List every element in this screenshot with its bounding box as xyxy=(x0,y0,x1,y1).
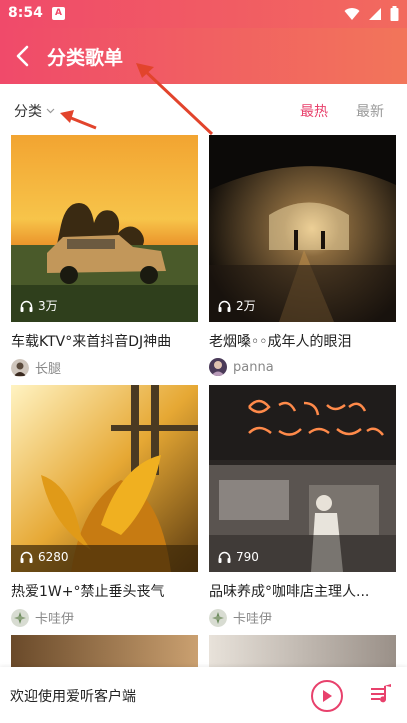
cover-image xyxy=(11,135,198,322)
chevron-down-icon xyxy=(46,108,55,114)
playlist-cover[interactable]: 3万 xyxy=(11,135,198,322)
app-bar: 分类歌单 xyxy=(0,28,407,84)
page-title: 分类歌单 xyxy=(47,47,124,69)
author-name: panna xyxy=(233,359,274,375)
playlist-cover[interactable]: 790 xyxy=(209,385,396,572)
play-count-value: 3万 xyxy=(38,299,58,313)
playlist-title[interactable]: 热爱1W+°禁止垂头丧气 xyxy=(11,581,198,601)
playlist-icon[interactable] xyxy=(369,682,393,706)
play-button[interactable] xyxy=(311,680,343,712)
wifi-icon xyxy=(344,7,360,20)
filter-bar: 分类 最热 最新 xyxy=(0,84,407,134)
playlist-card[interactable]: 790 品味养成°咖啡店主理人... 卡哇伊 xyxy=(209,385,396,627)
playlist-card[interactable]: 6280 热爱1W+°禁止垂头丧气 卡哇伊 xyxy=(11,385,198,627)
headphones-icon xyxy=(20,300,33,312)
author-name: 卡哇伊 xyxy=(35,612,75,627)
signal-icon xyxy=(369,7,381,20)
playlist-card[interactable]: 3万 车载KTV°来首抖音DJ神曲 长腿 xyxy=(11,135,198,377)
avatar xyxy=(209,608,227,627)
headphones-icon xyxy=(218,551,231,563)
mini-player[interactable]: 欢迎使用爱听客户端 xyxy=(0,667,407,723)
category-label: 分类 xyxy=(14,104,42,120)
avatar xyxy=(11,608,29,627)
cover-image xyxy=(209,135,396,322)
cover-image xyxy=(11,385,198,572)
playlist-author[interactable]: 卡哇伊 xyxy=(11,608,198,627)
playlist-title[interactable]: 老烟嗓◦◦成年人的眼泪 xyxy=(209,331,396,351)
playlist-title[interactable]: 品味养成°咖啡店主理人... xyxy=(209,581,396,601)
play-count: 2万 xyxy=(218,297,256,314)
play-count: 6280 xyxy=(20,550,69,564)
playlist-author[interactable]: panna xyxy=(209,358,396,376)
headphones-icon xyxy=(218,300,231,312)
playlist-cover-partial[interactable] xyxy=(209,635,396,667)
author-name: 卡哇伊 xyxy=(233,612,273,627)
sim-icon: A xyxy=(52,7,65,20)
play-count-value: 2万 xyxy=(236,299,256,313)
play-icon xyxy=(323,690,332,702)
playlist-author[interactable]: 卡哇伊 xyxy=(209,608,396,627)
battery-icon xyxy=(390,6,399,21)
play-count-value: 790 xyxy=(236,550,259,564)
avatar xyxy=(11,358,29,377)
status-time: 8:54 xyxy=(8,5,43,21)
playlist-cover[interactable]: 2万 xyxy=(209,135,396,322)
system-icons xyxy=(344,6,399,21)
avatar xyxy=(209,358,227,376)
headphones-icon xyxy=(20,551,33,563)
playlist-cover-partial[interactable] xyxy=(11,635,198,667)
playlist-cover[interactable]: 6280 xyxy=(11,385,198,572)
tab-newest[interactable]: 最新 xyxy=(356,101,384,121)
category-dropdown[interactable]: 分类 xyxy=(14,101,55,121)
play-count-value: 6280 xyxy=(38,550,69,564)
chevron-left-icon xyxy=(16,45,29,67)
status-bar: 8:54 A xyxy=(0,0,407,28)
cover-image xyxy=(209,385,396,572)
play-count: 790 xyxy=(218,550,259,564)
playlist-card[interactable]: 2万 老烟嗓◦◦成年人的眼泪 panna xyxy=(209,135,396,376)
playlist-title[interactable]: 车载KTV°来首抖音DJ神曲 xyxy=(11,331,198,351)
play-count: 3万 xyxy=(20,297,58,314)
author-name: 长腿 xyxy=(35,362,62,377)
back-button[interactable] xyxy=(8,40,36,72)
player-message: 欢迎使用爱听客户端 xyxy=(10,689,136,705)
tab-hottest[interactable]: 最热 xyxy=(300,101,328,121)
playlist-author[interactable]: 长腿 xyxy=(11,358,198,377)
